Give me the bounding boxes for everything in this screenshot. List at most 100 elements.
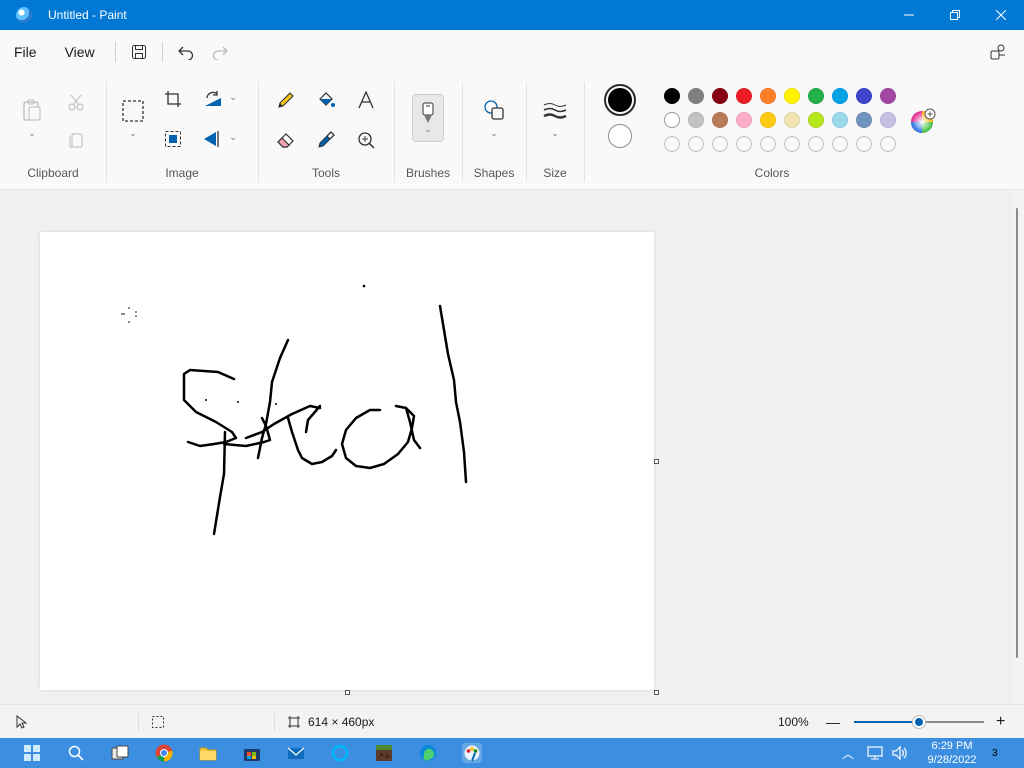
color-swatch[interactable] <box>832 88 848 104</box>
zoom-slider-thumb[interactable] <box>913 716 925 728</box>
paint-taskbar-button[interactable] <box>462 743 482 763</box>
edge-button[interactable] <box>418 743 438 763</box>
custom-color-slot[interactable] <box>784 136 800 152</box>
minecraft-button[interactable] <box>374 743 394 763</box>
zoom-percent[interactable]: 100% <box>778 705 809 739</box>
color-picker-button[interactable] <box>314 128 338 152</box>
color-swatch[interactable] <box>736 112 752 128</box>
vertical-scrollbar[interactable] <box>1014 190 1024 704</box>
select-button[interactable] <box>120 98 146 124</box>
color-swatch[interactable] <box>760 88 776 104</box>
paste-button[interactable] <box>20 96 44 124</box>
custom-color-slot[interactable] <box>808 136 824 152</box>
flip-button[interactable] <box>202 128 224 150</box>
minimize-button[interactable] <box>886 0 932 30</box>
pencil-button[interactable] <box>274 88 298 112</box>
mail-button[interactable] <box>286 743 306 763</box>
cortana-button[interactable] <box>330 743 350 763</box>
size-button[interactable] <box>542 100 568 122</box>
color-swatch[interactable] <box>880 88 896 104</box>
image-label: Image <box>165 166 199 180</box>
search-button[interactable] <box>66 743 86 763</box>
cut-button[interactable] <box>64 90 88 114</box>
canvas-resize-handle-right[interactable] <box>654 459 659 464</box>
fill-button[interactable] <box>314 88 338 112</box>
edit-colors-button[interactable] <box>910 108 936 134</box>
canvas-resize-handle-bottom[interactable] <box>345 690 350 695</box>
color-swatch[interactable] <box>688 88 704 104</box>
zoom-in-button[interactable]: + <box>996 705 1005 739</box>
text-button[interactable] <box>354 88 378 112</box>
color-swatch[interactable] <box>760 112 776 128</box>
rotate-button[interactable] <box>202 88 224 110</box>
network-button[interactable] <box>866 743 886 763</box>
redo-button[interactable] <box>203 35 237 69</box>
color-swatch[interactable] <box>832 112 848 128</box>
crop-button[interactable] <box>162 88 184 110</box>
clock[interactable]: 6:29 PM 9/28/2022 <box>916 738 988 768</box>
magnifier-button[interactable] <box>354 128 378 152</box>
close-button[interactable] <box>978 0 1024 30</box>
custom-color-slot[interactable] <box>880 136 896 152</box>
handwritten-drawing <box>121 284 468 536</box>
color-swatch[interactable] <box>712 112 728 128</box>
color-swatch[interactable] <box>856 88 872 104</box>
zoom-slider[interactable] <box>854 705 984 739</box>
color-swatch[interactable] <box>736 88 752 104</box>
clock-date: 9/28/2022 <box>927 754 977 766</box>
color-swatch[interactable] <box>856 112 872 128</box>
custom-color-slot[interactable] <box>712 136 728 152</box>
copy-button[interactable] <box>64 128 88 152</box>
show-hidden-icons-button[interactable]: ︿ <box>842 745 854 762</box>
resize-icon <box>165 131 181 147</box>
size-group: ⌄ Size <box>526 74 584 190</box>
custom-color-slot[interactable] <box>832 136 848 152</box>
text-icon <box>358 91 374 109</box>
color-swatch[interactable] <box>808 88 824 104</box>
file-menu[interactable]: File <box>0 44 51 60</box>
brushes-group: ⌄ Brushes <box>394 74 462 190</box>
rotate-dropdown[interactable]: ⌄ <box>228 92 238 103</box>
canvas-resize-handle-corner[interactable] <box>654 690 659 695</box>
scrollbar-thumb[interactable] <box>1016 208 1018 658</box>
undo-button[interactable] <box>169 35 203 69</box>
paste-dropdown[interactable]: ⌄ <box>26 128 38 139</box>
save-button[interactable] <box>122 35 156 69</box>
chrome-taskbar-button[interactable] <box>154 743 174 763</box>
color-swatch[interactable] <box>688 112 704 128</box>
color-swatch[interactable] <box>808 112 824 128</box>
custom-color-slot[interactable] <box>688 136 704 152</box>
color-swatch[interactable] <box>664 112 680 128</box>
custom-color-slot[interactable] <box>760 136 776 152</box>
eraser-button[interactable] <box>274 128 298 152</box>
select-dropdown[interactable]: ⌄ <box>127 128 139 139</box>
resize-button[interactable] <box>162 128 184 150</box>
shapes-button[interactable] <box>482 98 506 122</box>
zoom-out-button[interactable]: — <box>826 705 840 739</box>
flip-dropdown[interactable]: ⌄ <box>228 132 238 143</box>
color-swatch[interactable] <box>880 112 896 128</box>
custom-color-slot[interactable] <box>736 136 752 152</box>
start-button[interactable] <box>22 743 42 763</box>
shapes-dropdown[interactable]: ⌄ <box>488 128 500 139</box>
task-view-button[interactable] <box>110 743 130 763</box>
share-button[interactable] <box>982 36 1014 68</box>
color-swatch[interactable] <box>664 88 680 104</box>
custom-color-slot[interactable] <box>856 136 872 152</box>
color-swatch[interactable] <box>784 112 800 128</box>
color-swatch[interactable] <box>712 88 728 104</box>
drawing-canvas[interactable] <box>40 232 654 690</box>
notification-count-badge[interactable]: 3 <box>992 738 998 768</box>
secondary-color-button[interactable] <box>608 124 632 148</box>
color-swatch[interactable] <box>784 88 800 104</box>
store-button[interactable] <box>242 743 262 763</box>
brushes-button[interactable]: ⌄ <box>412 94 444 142</box>
primary-color-button[interactable] <box>604 84 636 116</box>
custom-color-slot[interactable] <box>664 136 680 152</box>
paint-icon <box>463 744 481 762</box>
restore-button[interactable] <box>932 0 978 30</box>
volume-button[interactable] <box>890 743 910 763</box>
view-menu[interactable]: View <box>51 44 109 60</box>
file-explorer-button[interactable] <box>198 743 218 763</box>
size-dropdown[interactable]: ⌄ <box>549 128 561 139</box>
